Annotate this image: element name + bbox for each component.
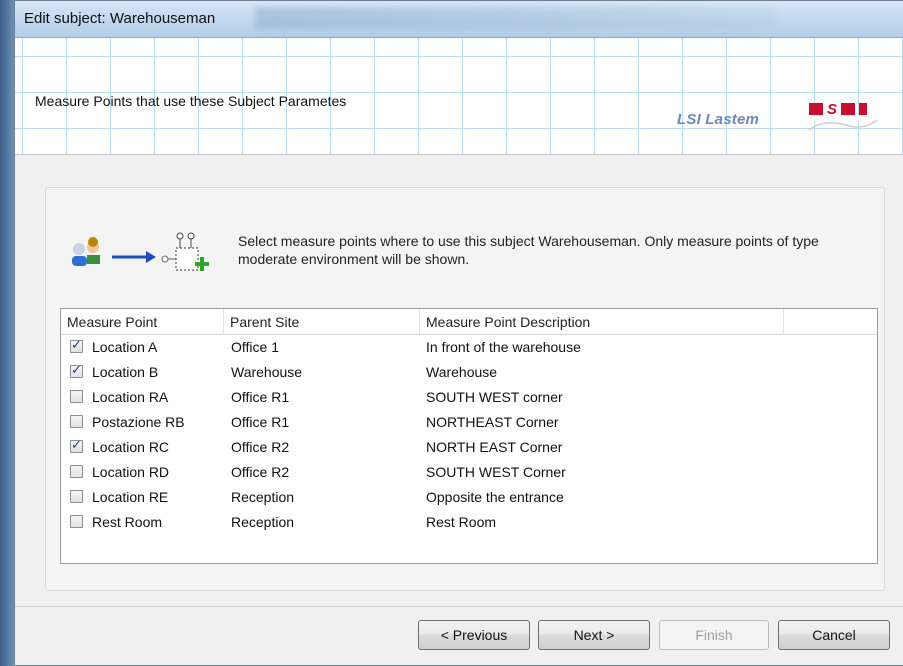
table-row[interactable]: Location A Office 1 In front of the ware…	[61, 335, 877, 360]
table-row[interactable]: Location RA Office R1 SOUTH WEST corner	[61, 385, 877, 410]
table-row[interactable]: Postazione RB Office R1 NORTHEAST Corner	[61, 410, 877, 435]
description-cell: Warehouse	[426, 364, 498, 380]
measure-point-add-icon	[161, 232, 209, 271]
row-checkbox[interactable]	[70, 415, 83, 428]
title-bar[interactable]: Edit subject: Warehouseman	[15, 1, 903, 38]
table-row[interactable]: Location RD Office R2 SOUTH WEST Corner	[61, 460, 877, 485]
column-header-description[interactable]: Measure Point Description	[420, 309, 784, 334]
measure-point-cell: Postazione RB	[92, 414, 185, 430]
table-row[interactable]: Location RE Reception Opposite the entra…	[61, 485, 877, 510]
list-body: Location A Office 1 In front of the ware…	[61, 335, 877, 535]
measure-point-cell: Location A	[92, 339, 158, 355]
lsi-lastem-logo: S	[808, 101, 878, 131]
instruction-text: Select measure points where to use this …	[238, 233, 819, 267]
description-cell: In front of the warehouse	[426, 339, 581, 355]
arrow-right-icon	[112, 251, 156, 263]
wizard-header: Measure Points that use these Subject Pa…	[15, 38, 903, 155]
window-title: Edit subject: Warehouseman	[24, 10, 216, 27]
brand-name: LSI Lastem	[677, 111, 760, 128]
measure-point-cell: Rest Room	[92, 514, 163, 530]
description-cell: Opposite the entrance	[426, 489, 564, 505]
row-checkbox[interactable]	[70, 363, 83, 378]
row-checkbox[interactable]	[70, 490, 83, 503]
measure-point-cell: Location RE	[92, 489, 169, 505]
row-checkbox[interactable]	[70, 438, 83, 453]
description-cell: Rest Room	[426, 514, 497, 530]
subject-to-measure-point-illustration	[72, 232, 209, 271]
row-checkbox[interactable]	[70, 390, 83, 403]
footer-divider	[15, 606, 903, 607]
cancel-button[interactable]: Cancel	[778, 620, 890, 650]
parent-site-cell: Office 1	[231, 339, 279, 355]
next-button[interactable]: Next >	[538, 620, 650, 650]
description-cell: NORTH EAST Corner	[426, 439, 563, 455]
column-header-measure-point[interactable]: Measure Point	[61, 309, 224, 334]
measure-points-list[interactable]: Measure Point Parent Site Measure Point …	[60, 308, 878, 564]
description-cell: NORTHEAST Corner	[426, 414, 559, 430]
measure-point-cell: Location B	[92, 364, 159, 380]
content-panel: Select measure points where to use this …	[45, 187, 885, 591]
column-header-empty[interactable]	[784, 309, 877, 334]
parent-site-cell: Office R1	[231, 389, 290, 405]
parent-site-cell: Office R1	[231, 414, 290, 430]
measure-point-cell: Location RC	[92, 439, 170, 455]
row-checkbox[interactable]	[70, 338, 83, 353]
parent-site-cell: Office R2	[231, 439, 290, 455]
row-checkbox[interactable]	[70, 515, 83, 528]
measure-point-cell: Location RA	[92, 389, 169, 405]
users-icon	[72, 237, 100, 266]
table-row[interactable]: Rest Room Reception Rest Room	[61, 510, 877, 535]
title-bar-background	[255, 7, 775, 29]
description-cell: SOUTH WEST corner	[426, 389, 563, 405]
table-row[interactable]: Location B Warehouse Warehouse	[61, 360, 877, 385]
previous-button[interactable]: < Previous	[418, 620, 530, 650]
column-header-parent-site[interactable]: Parent Site	[224, 309, 420, 334]
row-checkbox[interactable]	[70, 465, 83, 478]
measure-point-cell: Location RD	[92, 464, 170, 480]
parent-site-cell: Warehouse	[231, 364, 303, 380]
parent-site-cell: Reception	[231, 514, 295, 530]
desktop-background	[0, 0, 14, 666]
table-row[interactable]: Location RC Office R2 NORTH EAST Corner	[61, 435, 877, 460]
svg-text:S: S	[827, 101, 837, 118]
list-header: Measure Point Parent Site Measure Point …	[61, 309, 877, 335]
page-title: Measure Points that use these Subject Pa…	[35, 93, 347, 109]
wizard-dialog: Edit subject: Warehouseman Measure Point…	[14, 0, 903, 666]
description-cell: SOUTH WEST Corner	[426, 464, 566, 480]
parent-site-cell: Reception	[231, 489, 295, 505]
parent-site-cell: Office R2	[231, 464, 290, 480]
finish-button[interactable]: Finish	[659, 620, 769, 650]
